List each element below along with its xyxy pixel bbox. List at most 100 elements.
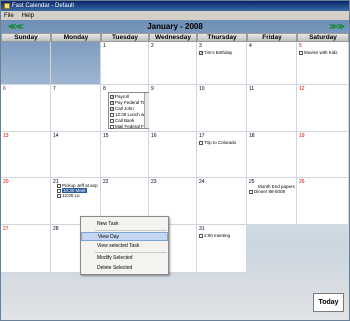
menu-file[interactable]: File: [4, 13, 14, 19]
checkbox-icon[interactable]: [249, 189, 253, 194]
dayname-thursday: Thursday: [197, 33, 247, 42]
event-label: Call John: [115, 106, 134, 111]
day-number: 1: [103, 43, 106, 49]
day-number: 16: [151, 133, 157, 139]
dayname-wednesday: Wednesday: [149, 33, 197, 42]
day-cell[interactable]: 15: [101, 132, 149, 178]
day-number: 20: [3, 179, 9, 185]
window-title: Fast Calendar - Default: [12, 3, 75, 9]
event-item[interactable]: 2:00 meeting: [199, 233, 230, 238]
day-cell[interactable]: 25 Month End papers Dinner 88-5008: [247, 178, 297, 225]
day-number: 19: [299, 133, 305, 139]
checkbox-icon[interactable]: [199, 140, 203, 145]
day-number: 2: [151, 43, 154, 49]
menu-separator: [95, 252, 167, 253]
next-month-arrows-icon[interactable]: ≫≫: [329, 22, 345, 31]
dayname-tuesday: Tuesday: [101, 33, 149, 42]
day-number: 17: [199, 133, 205, 139]
day-cell[interactable]: 2: [149, 42, 197, 85]
checkbox-icon[interactable]: [299, 50, 303, 55]
menu-separator: [95, 230, 167, 231]
day-number: 13: [3, 133, 9, 139]
day-cell[interactable]: 8 Payroll Pay Federal Ta Call John 12:30…: [101, 85, 150, 132]
month-grid: 1 2 3 Tim's Birthday 4 5 Movies with Kid…: [1, 42, 349, 291]
event-item[interactable]: 12:30 Lunch w: [110, 112, 144, 117]
dayname-saturday: Saturday: [297, 33, 349, 42]
menu-view-day[interactable]: View Day: [81, 232, 168, 241]
event-item[interactable]: Movies with Kids: [299, 50, 338, 55]
checkbox-icon[interactable]: [110, 94, 114, 99]
event-item[interactable]: Dinner 88-5008: [249, 189, 285, 194]
day-number: 28: [53, 226, 59, 232]
day-cell[interactable]: 3 Tim's Birthday: [197, 42, 247, 85]
event-item[interactable]: Payroll: [110, 94, 129, 99]
event-item[interactable]: Pay Federal Ta: [110, 100, 145, 105]
day-cell[interactable]: 12: [297, 85, 349, 132]
day-cell[interactable]: 11: [247, 85, 297, 132]
calendar-app-icon: [4, 3, 10, 9]
day-number: 4: [249, 43, 252, 49]
event-label: Payroll: [115, 94, 129, 99]
event-item[interactable]: Call Bank: [110, 118, 134, 123]
day-cell[interactable]: 13: [1, 132, 51, 178]
day-number: 3: [199, 43, 202, 49]
event-label: Tim's Birthday: [204, 50, 233, 55]
today-button[interactable]: Today: [313, 293, 344, 312]
checkbox-icon[interactable]: [110, 118, 114, 123]
checkbox-icon[interactable]: [199, 233, 203, 238]
day-number: 11: [249, 86, 255, 92]
day-cell[interactable]: 9: [149, 85, 197, 132]
day-number: 8: [103, 86, 106, 92]
day-cell[interactable]: 19: [297, 132, 349, 178]
day-cell[interactable]: 10: [197, 85, 247, 132]
menu-view-selected-task[interactable]: View selected Task: [81, 242, 168, 251]
day-cell[interactable]: 17 Trip to Colorado: [197, 132, 247, 178]
previous-month-arrows-icon[interactable]: ≪≪: [8, 22, 24, 31]
day-number: 18: [249, 133, 255, 139]
day-cell[interactable]: 1: [101, 42, 149, 85]
event-item[interactable]: Trip to Colorado: [199, 140, 236, 145]
month-header: ≪≪ January - 2008 ≫≫: [1, 20, 349, 33]
day-cell[interactable]: 26: [297, 178, 349, 225]
day-cell[interactable]: 27: [1, 225, 51, 273]
checkbox-icon[interactable]: [110, 106, 114, 111]
event-item[interactable]: Tim's Birthday: [199, 50, 232, 55]
event-label: 12:30 Lunch w: [115, 112, 145, 117]
checkbox-icon[interactable]: [57, 188, 61, 193]
day-number: 31: [199, 226, 205, 232]
checkbox-icon[interactable]: [199, 50, 203, 55]
event-item[interactable]: Call John: [110, 106, 134, 111]
day-cell[interactable]: 20: [1, 178, 51, 225]
day-cell[interactable]: 4: [247, 42, 297, 85]
day-cell[interactable]: 16: [149, 132, 197, 178]
task-list[interactable]: Payroll Pay Federal Ta Call John 12:30 L…: [108, 92, 150, 129]
menu-delete-selected[interactable]: Delete Selected: [81, 264, 168, 273]
day-number: 10: [199, 86, 205, 92]
menu-new-task[interactable]: New Task: [81, 220, 168, 229]
event-item[interactable]: Mail Federal F: [110, 124, 144, 129]
checkbox-icon[interactable]: [57, 193, 61, 198]
event-label: Movies with Kids: [304, 50, 338, 55]
menu-help[interactable]: Help: [22, 13, 34, 19]
day-cell[interactable]: 7: [51, 85, 101, 132]
dayname-friday: Friday: [247, 33, 297, 42]
day-cell[interactable]: 14: [51, 132, 101, 178]
event-label: Trip to Colorado: [204, 140, 237, 145]
checkbox-icon[interactable]: [110, 124, 114, 129]
day-cell[interactable]: 5 Movies with Kids: [297, 42, 349, 85]
day-number: 9: [151, 86, 154, 92]
menu-modify-selected[interactable]: Modify Selected: [81, 254, 168, 263]
event-label: Mail Federal F: [115, 124, 144, 129]
event-label: Dinner 88-5008: [254, 189, 286, 194]
day-cell[interactable]: 18: [247, 132, 297, 178]
checkbox-icon[interactable]: [110, 112, 114, 117]
day-cell[interactable]: 24: [197, 178, 247, 225]
day-cell[interactable]: 6: [1, 85, 51, 132]
checkbox-icon[interactable]: [110, 100, 114, 105]
event-label: Pay Federal Ta: [115, 100, 146, 105]
context-menu: New Task View Day View selected Task Mod…: [80, 216, 169, 275]
checkbox-icon[interactable]: [57, 183, 61, 188]
day-number: 24: [199, 179, 205, 185]
day-cell[interactable]: 31 2:00 meeting: [197, 225, 247, 273]
event-item[interactable]: 12:00 Lu: [57, 193, 80, 198]
